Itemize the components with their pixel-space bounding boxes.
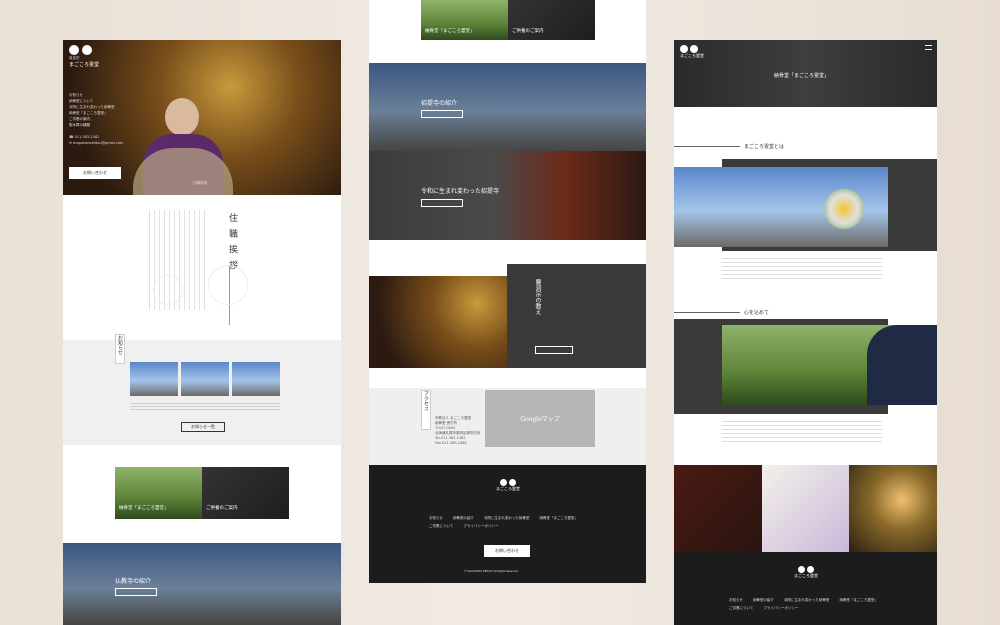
footer: まごころ霊堂 お知らせ 納骨堂の紹介 寺院に生まれ変わった納骨堂 納骨堂「まごこ… (674, 552, 937, 625)
kokoro-label: 心を込めて (744, 310, 770, 316)
gallery (674, 465, 937, 552)
footer-logo[interactable]: まごころ霊堂 (791, 566, 821, 579)
footer-nav: お知らせ 納骨堂の紹介 寺院に生まれ変わった納骨堂 納骨堂「まごころ霊堂」 ご供… (729, 597, 889, 611)
banner-memorial[interactable]: ご供養のご案内 (508, 0, 595, 40)
mockup-page-right: まごころ霊堂 納骨堂「まごころ霊堂」 まごころ霊堂とは 心を込めて まごころ霊堂… (674, 40, 937, 625)
footer-link[interactable]: 納骨堂の紹介 (753, 597, 774, 603)
temple-label: 仏教寺の紹介 (115, 578, 152, 585)
about-section: まごころ霊堂とは (674, 107, 937, 307)
graveyard-photo (674, 167, 888, 247)
kokoro-section: 心を込めて (674, 307, 937, 465)
temple-more-button[interactable] (115, 588, 157, 596)
crest-icon (69, 45, 79, 55)
news-thumbnail[interactable] (130, 362, 178, 396)
footer-link[interactable]: プライバシーポリシー (763, 605, 798, 611)
footer-link[interactable]: 納骨堂「まごころ霊堂」 (539, 515, 578, 521)
crest-icon (509, 479, 516, 486)
banner-memorial[interactable]: ご供養のご案内 (202, 467, 289, 519)
reborn-section: 令和に生まれ変わった招提寺 (369, 151, 646, 240)
reborn-label: 令和に生まれ変わった招提寺 (421, 188, 500, 195)
crest-icon (798, 566, 805, 573)
temple-intro-button[interactable] (421, 110, 463, 118)
crest-icon (807, 566, 814, 573)
access-label: アクセス (421, 390, 431, 430)
crest-icon (500, 479, 507, 486)
about-text (722, 257, 882, 279)
copyright: © MAGOKORO REIDOU All Rights Reserved. (464, 570, 519, 573)
footer-nav: お知らせ 納骨堂の紹介 寺院に生まれ変わった納骨堂 納骨堂「まごころ霊堂」 ご供… (429, 515, 589, 529)
hero-title: 納骨堂「まごころ霊堂」 (774, 73, 830, 79)
footer-link[interactable]: 納骨堂の紹介 (453, 515, 474, 521)
lotus-watermark-icon (208, 265, 248, 305)
footer-link[interactable]: お知らせ (729, 597, 743, 603)
footer-link[interactable]: お知らせ (429, 515, 443, 521)
hero-caption: 住職挨拶 (193, 181, 207, 185)
label-rule (674, 312, 740, 313)
banner-label: ご供養のご案内 (512, 29, 544, 34)
map-placeholder[interactable]: Googleマップ (485, 390, 595, 447)
news-thumbnail[interactable] (232, 362, 280, 396)
hero-section: 真言宗 まごころ霊堂 お知らせ 納骨堂について 寺院に生まれ変わった納骨堂 納骨… (63, 40, 341, 195)
reborn-button[interactable] (421, 199, 463, 207)
mockup-homepage-mid: 納骨堂「まごころ霊堂」 ご供養のご案内 招提寺の紹介 令和に生まれ変わった招提寺… (369, 0, 646, 583)
footer-link[interactable]: ご供養について (429, 523, 453, 529)
gallery-photo[interactable] (674, 465, 762, 552)
about-label: まごころ霊堂とは (744, 144, 785, 150)
footer: まごころ霊堂 お知らせ 納骨堂の紹介 寺院に生まれ変わった納骨堂 納骨堂「まごこ… (369, 465, 646, 583)
temple-section: 仏教寺の紹介 (63, 543, 341, 625)
news-section: お知らせ お知らせ一覧 (63, 334, 341, 445)
access-section: アクセス 宗教法人 まごころ霊堂 納骨堂 受付所 〒047-0000 北海道札幌… (369, 388, 646, 465)
footer-link[interactable]: 寺院に生まれ変わった納骨堂 (484, 515, 530, 521)
menu-icon[interactable] (925, 45, 932, 50)
teaching-button[interactable] (535, 346, 573, 354)
left-nav: お知らせ 納骨堂について 寺院に生まれ変わった納骨堂 納骨堂「まごころ霊堂」 ご… (69, 92, 123, 146)
mockup-homepage-left: 真言宗 まごころ霊堂 お知らせ 納骨堂について 寺院に生まれ変わった納骨堂 納骨… (63, 40, 341, 625)
contact-button[interactable]: お問い合わせ (69, 167, 121, 179)
address-block: 宗教法人 まごころ霊堂 納骨堂 受付所 〒047-0000 北海道札幌市厚別区厚… (435, 416, 481, 445)
greeting-section: 住 職 挨 拶 (63, 195, 341, 340)
footer-link[interactable]: ご供養について (729, 605, 753, 611)
prayer-photo (722, 325, 937, 405)
footer-link[interactable]: プライバシーポリシー (463, 523, 498, 529)
footer-link[interactable]: 寺院に生まれ変わった納骨堂 (784, 597, 830, 603)
footer-contact-button[interactable]: お問い合わせ (484, 545, 530, 557)
teaching-label: 曹洞宗の教え (534, 279, 541, 315)
hero-section: まごころ霊堂 納骨堂「まごころ霊堂」 (674, 40, 937, 107)
brand-name: まごころ霊堂 (69, 62, 100, 68)
banner-label: 納骨堂「まごころ霊堂」 (119, 506, 169, 511)
teaching-section: 曹洞宗の教え (369, 264, 646, 368)
gallery-photo[interactable] (761, 465, 850, 552)
kokoro-text (722, 420, 882, 442)
logo[interactable]: 真言宗 まごころ霊堂 (69, 45, 109, 68)
temple-intro-label: 招提寺の紹介 (421, 100, 458, 107)
banner-label: ご供養のご案内 (206, 506, 238, 511)
banner-ossuary[interactable]: 納骨堂「まごころ霊堂」 (115, 467, 202, 519)
banner-label: 納骨堂「まごころ霊堂」 (425, 29, 475, 34)
lotus-watermark-icon (153, 275, 183, 305)
news-more-button[interactable]: お知らせ一覧 (181, 422, 225, 432)
email-address[interactable]: ✉ magokororeidou@gmail.com (69, 140, 123, 146)
teaching-panel: 曹洞宗の教え (507, 264, 646, 368)
label-rule (674, 146, 740, 147)
crest-icon (680, 45, 688, 53)
temple-intro-section: 招提寺の紹介 (369, 63, 646, 151)
banner-ossuary[interactable]: 納骨堂「まごころ霊堂」 (421, 0, 508, 40)
footer-logo[interactable]: まごころ霊堂 (493, 479, 523, 492)
greeting-heading: 住 職 挨 拶 (227, 213, 237, 272)
gallery-photo[interactable] (849, 465, 937, 552)
monk-figure (133, 98, 233, 195)
crest-icon (690, 45, 698, 53)
news-thumbnail[interactable] (181, 362, 229, 396)
crest-icon (82, 45, 92, 55)
logo[interactable]: まごころ霊堂 (680, 45, 714, 59)
news-text (130, 402, 280, 410)
news-label: お知らせ (115, 334, 125, 364)
footer-link[interactable]: 納骨堂「まごころ霊堂」 (839, 597, 878, 603)
